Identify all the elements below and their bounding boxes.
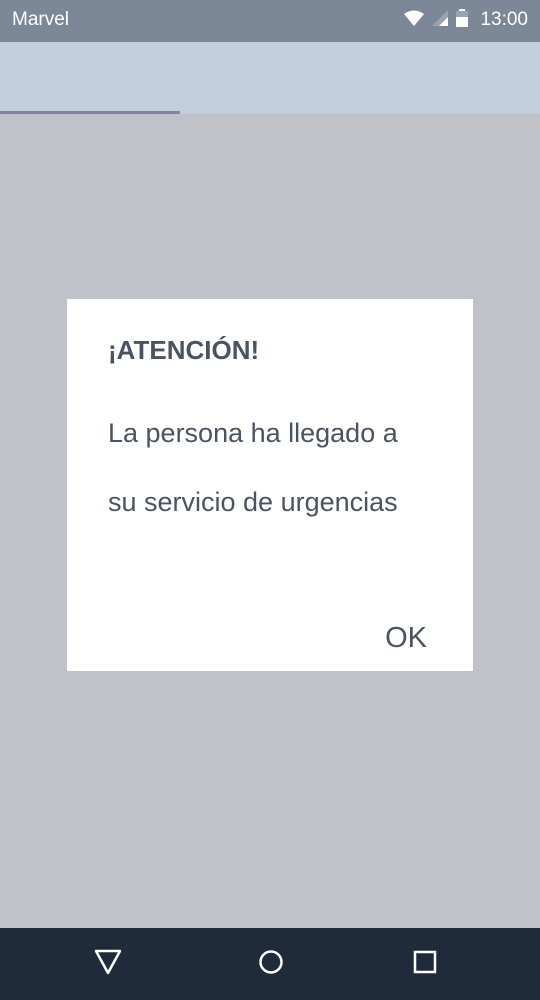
- battery-icon: [456, 8, 469, 32]
- home-icon: [258, 949, 284, 980]
- ok-button[interactable]: OK: [385, 621, 427, 655]
- status-bar: Marvel 13:00: [0, 0, 540, 42]
- signal-icon: [432, 9, 449, 31]
- home-button[interactable]: [253, 946, 289, 982]
- dialog-title: ¡ATENCIÓN!: [108, 335, 260, 365]
- dialog-message: La persona ha llegado a su servicio de u…: [108, 418, 398, 517]
- alert-dialog: ¡ATENCIÓN! La persona ha llegado a su se…: [67, 299, 473, 671]
- app-bar: [0, 42, 540, 114]
- status-time: 13:00: [480, 9, 528, 30]
- navigation-bar: [0, 928, 540, 1000]
- carrier-name: Marvel: [12, 9, 70, 30]
- wifi-icon: [404, 10, 425, 31]
- back-button[interactable]: [90, 946, 126, 982]
- recents-button[interactable]: [407, 946, 443, 982]
- back-icon: [94, 949, 122, 980]
- status-icons: 13:00: [404, 8, 528, 32]
- recents-icon: [413, 950, 437, 979]
